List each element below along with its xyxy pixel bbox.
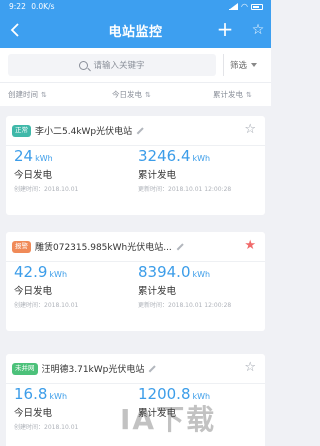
created-time: 创建时间：2018.10.01	[14, 424, 79, 431]
total-label: 累计发电	[138, 286, 177, 297]
station-name: 雕赁072315.985kWh光伏电站...	[35, 243, 172, 253]
favorite-star-icon[interactable]: ☆	[244, 122, 256, 138]
status-time: 9:22 0.0K/s	[9, 0, 55, 13]
favorite-star-icon[interactable]: ☆	[244, 360, 256, 376]
station-name: 汪明德3.71kWp光伏电站	[41, 365, 145, 375]
sort-icon: ⇅	[145, 90, 151, 99]
search-icon	[79, 60, 89, 70]
watermark-logo: IA下载	[120, 403, 217, 436]
total-unit: kWh	[192, 270, 211, 279]
search-placeholder: 请输入关键字	[93, 61, 145, 71]
today-value: 24	[14, 147, 34, 165]
sort-today-generation[interactable]: 今日发电 ⇅	[112, 89, 151, 100]
today-unit: kWh	[35, 154, 53, 163]
sort-total-generation[interactable]: 累计发电 ⇅	[213, 89, 252, 100]
sort-bar: 创建时间 ⇅ 今日发电 ⇅ 累计发电 ⇅	[0, 82, 271, 106]
total-value: 8394.0	[138, 263, 191, 281]
today-generation: 42.9 kWh 今日发电 创建时间：2018.10.01	[14, 263, 78, 310]
station-card-header: 未并网 汪明德3.71kWp光伏电站 ☆	[6, 354, 265, 384]
sort-today-label: 今日发电	[112, 90, 142, 99]
status-badge: 正常	[12, 124, 31, 137]
total-value: 3246.4	[138, 147, 191, 165]
edit-icon[interactable]	[175, 243, 182, 250]
updated-time: 更新时间：2018.10.01 12:00:28	[138, 302, 232, 309]
total-generation: 8394.0 kWh 累计发电 更新时间：2018.10.01 12:00:28	[138, 263, 231, 310]
today-label: 今日发电	[14, 286, 53, 297]
sort-icon: ⇅	[41, 90, 47, 99]
search-bar: 请输入关键字 筛选	[0, 48, 271, 82]
status-icons: ◠	[229, 0, 263, 13]
network-speed: 0.0K/s	[31, 2, 55, 11]
back-arrow-icon[interactable]	[6, 21, 24, 39]
edit-icon[interactable]	[135, 127, 142, 134]
created-time: 创建时间：2018.10.01	[14, 186, 79, 193]
chevron-down-icon	[251, 63, 258, 67]
status-badge: 未并网	[12, 362, 38, 375]
sort-total-label: 累计发电	[213, 90, 243, 99]
status-clock: 9:22	[9, 2, 26, 11]
status-bar: 9:22 0.0K/s ◠	[0, 0, 271, 13]
station-card[interactable]: 报警 雕赁072315.985kWh光伏电站... ★ 42.9 kWh 今日发电…	[6, 232, 265, 331]
today-generation: 16.8 kWh 今日发电 创建时间：2018.10.01	[14, 385, 78, 432]
filter-button[interactable]: 筛选	[223, 54, 265, 76]
today-unit: kWh	[49, 392, 68, 401]
today-generation: 24 kWh 今日发电 创建时间：2018.10.01	[14, 147, 78, 194]
wifi-icon: ◠	[241, 2, 248, 11]
edit-icon[interactable]	[147, 365, 154, 372]
today-value-row: 24 kWh	[14, 147, 78, 168]
total-value-row: 8394.0 kWh	[138, 263, 231, 284]
sort-created-time[interactable]: 创建时间 ⇅	[8, 89, 47, 100]
filter-label: 筛选	[230, 61, 248, 71]
total-unit: kWh	[192, 154, 211, 163]
nav-bar: 电站监控 + ☆	[0, 13, 271, 48]
total-label: 累计发电	[138, 170, 177, 181]
app-header: 9:22 0.0K/s ◠ 电站监控 + ☆	[0, 0, 271, 48]
today-value-row: 42.9 kWh	[14, 263, 78, 284]
today-unit: kWh	[49, 270, 68, 279]
favorite-star-icon[interactable]: ★	[244, 238, 256, 254]
station-card-header: 正常 李小二5.4kWp光伏电站 ☆	[6, 116, 265, 146]
station-card[interactable]: 正常 李小二5.4kWp光伏电站 ☆ 24 kWh 今日发电 创建时间：2018.…	[6, 116, 265, 215]
today-value: 42.9	[14, 263, 48, 281]
station-name: 李小二5.4kWp光伏电站	[35, 127, 133, 137]
sort-icon: ⇅	[246, 90, 252, 99]
total-generation: 3246.4 kWh 累计发电 更新时间：2018.10.01 12:00:28	[138, 147, 231, 194]
battery-icon	[251, 3, 263, 10]
signal-icon	[229, 3, 239, 10]
favorites-star-icon[interactable]: ☆	[250, 22, 266, 38]
today-value: 16.8	[14, 385, 48, 403]
today-value-row: 16.8 kWh	[14, 385, 78, 406]
sort-created-label: 创建时间	[8, 90, 38, 99]
status-badge: 报警	[12, 240, 31, 253]
station-card-header: 报警 雕赁072315.985kWh光伏电站... ★	[6, 232, 265, 262]
total-value-row: 3246.4 kWh	[138, 147, 231, 168]
add-station-button[interactable]: +	[216, 19, 234, 39]
today-label: 今日发电	[14, 170, 53, 181]
search-input[interactable]: 请输入关键字	[8, 54, 216, 76]
created-time: 创建时间：2018.10.01	[14, 302, 79, 309]
today-label: 今日发电	[14, 408, 53, 419]
updated-time: 更新时间：2018.10.01 12:00:28	[138, 186, 232, 193]
